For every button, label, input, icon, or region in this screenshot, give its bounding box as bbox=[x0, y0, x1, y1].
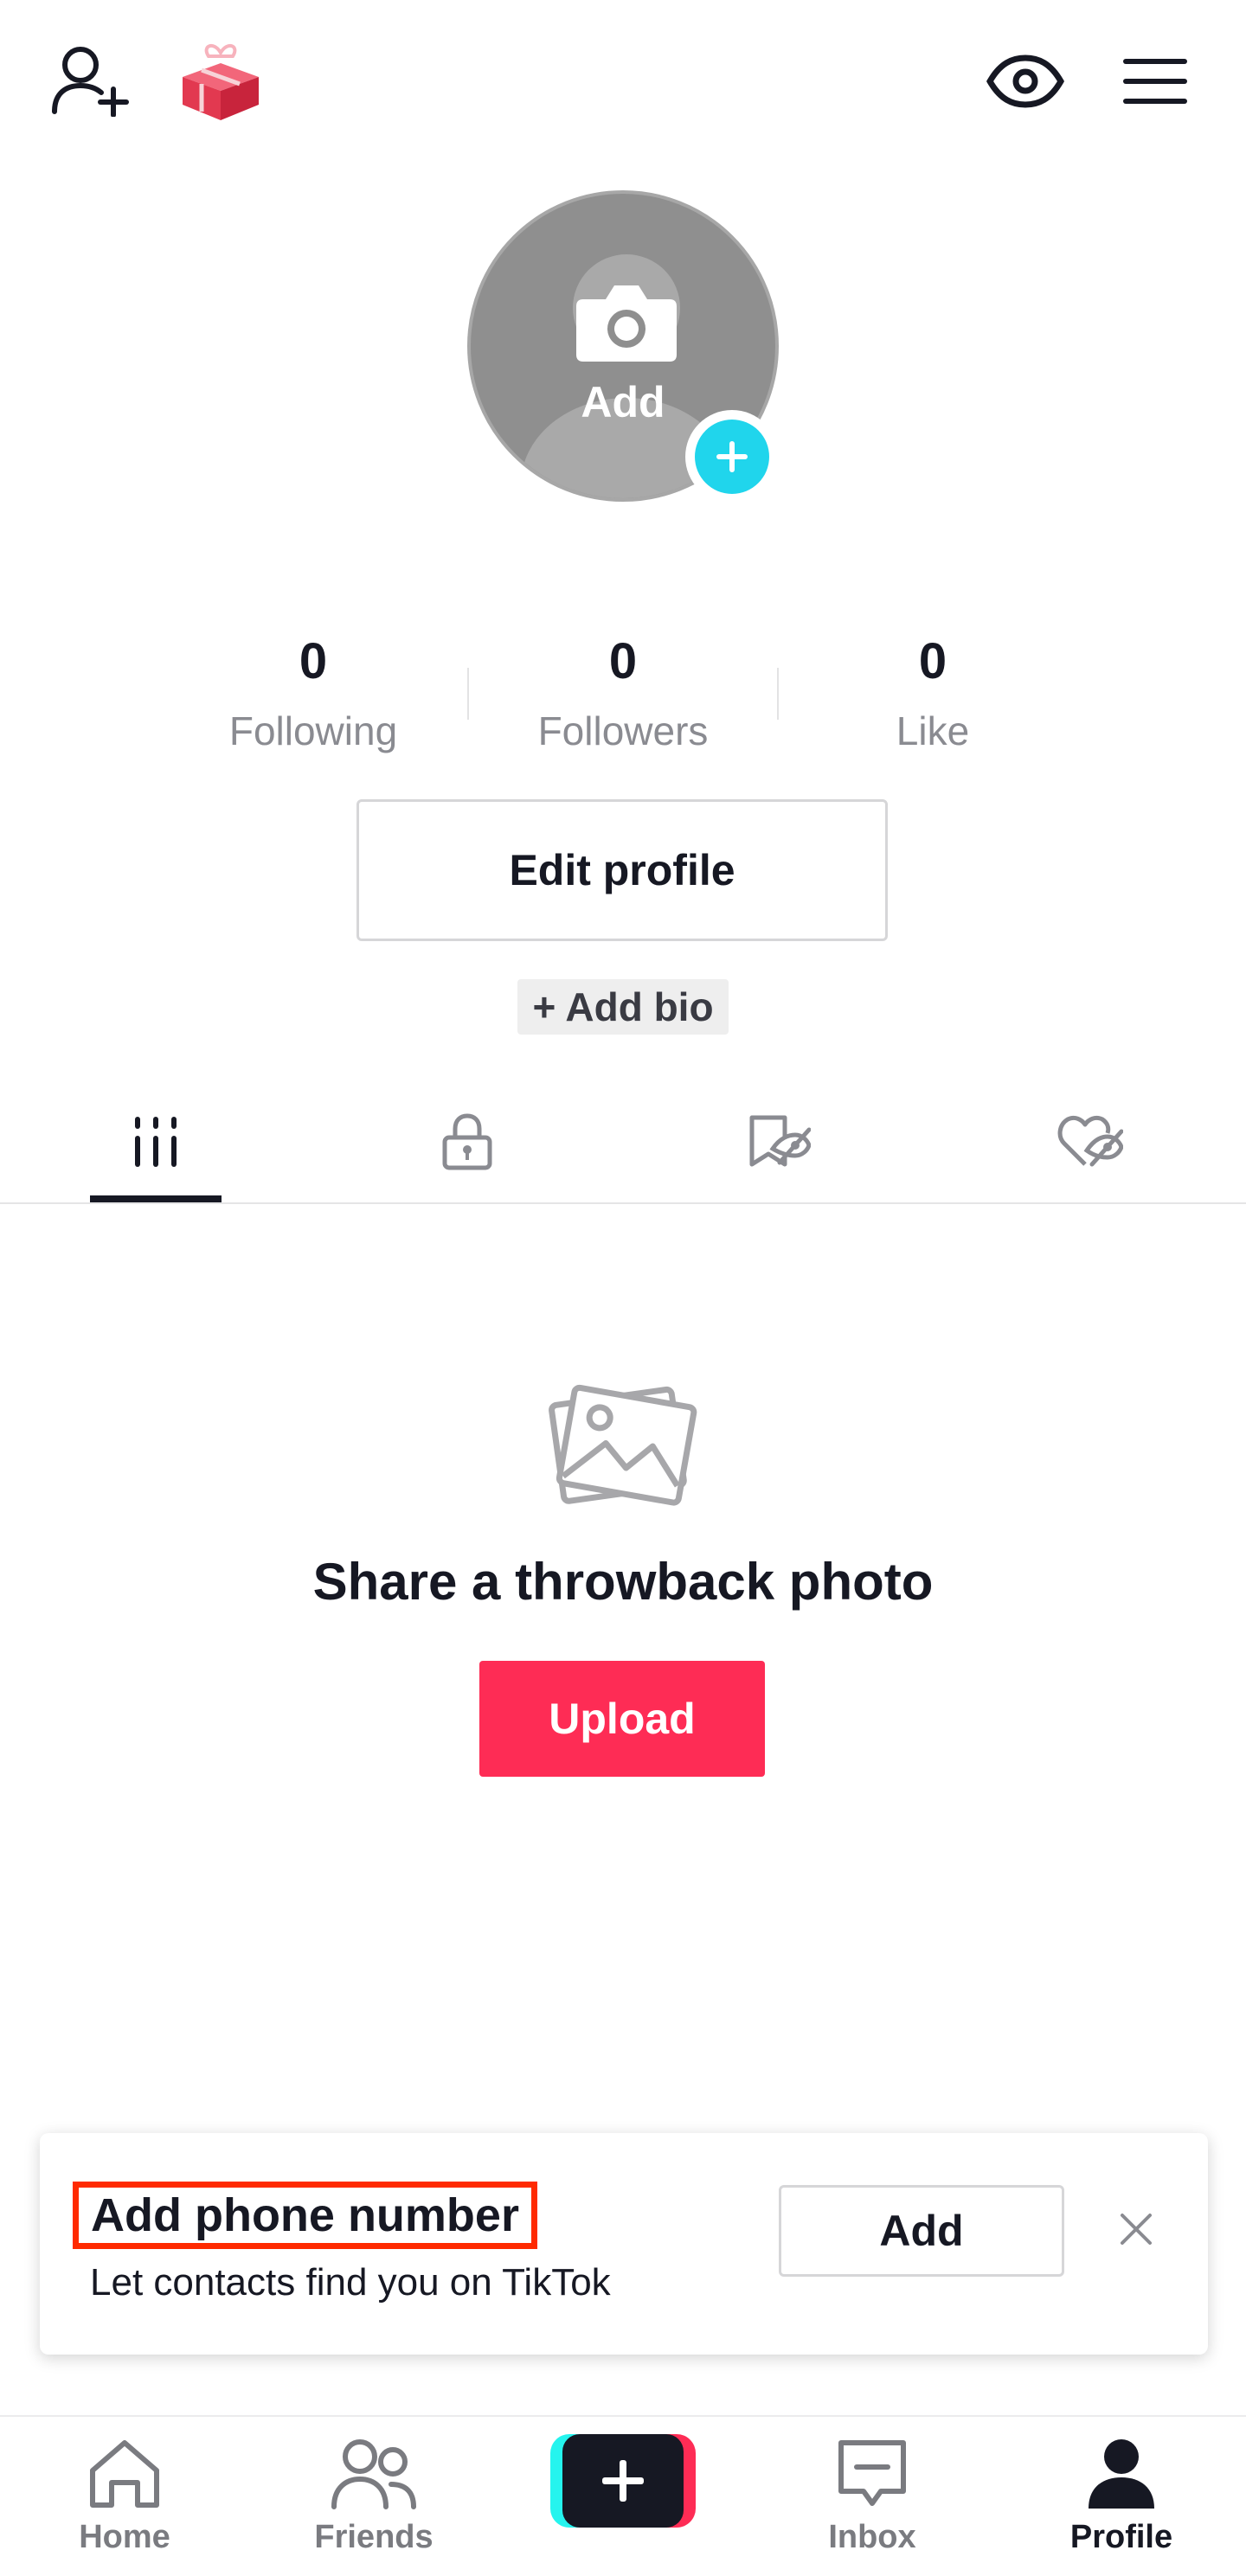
stat-likes[interactable]: 0 Like bbox=[803, 623, 1063, 761]
top-bar bbox=[0, 0, 1246, 156]
followers-label: Followers bbox=[537, 708, 709, 753]
home-icon bbox=[86, 2438, 164, 2515]
nav-home[interactable]: Home bbox=[38, 2417, 211, 2576]
close-icon[interactable] bbox=[1109, 2202, 1163, 2256]
edit-profile-button[interactable]: Edit profile bbox=[356, 799, 888, 941]
phone-number-banner: Add phone number Let contacts find you o… bbox=[40, 2133, 1208, 2355]
tab-reposts[interactable] bbox=[623, 1081, 934, 1202]
profile-stats: 0 Following 0 Followers 0 Like bbox=[0, 623, 1246, 761]
profile-page: Add 0 Following 0 Followers 0 Like Edit … bbox=[0, 0, 1246, 2576]
likes-label: Like bbox=[896, 708, 970, 753]
camera-icon bbox=[573, 280, 680, 365]
nav-profile-label: Profile bbox=[1069, 2519, 1173, 2555]
videos-grid-icon bbox=[135, 1117, 177, 1167]
upload-button[interactable]: Upload bbox=[479, 1661, 765, 1777]
inbox-icon bbox=[836, 2438, 909, 2515]
gift-icon[interactable] bbox=[173, 35, 268, 125]
nav-home-label: Home bbox=[79, 2519, 170, 2555]
content-tabs bbox=[0, 1081, 1246, 1204]
stat-divider bbox=[467, 668, 469, 720]
nav-profile[interactable]: Profile bbox=[1035, 2417, 1208, 2576]
banner-title: Add phone number bbox=[73, 2182, 537, 2249]
profile-icon bbox=[1085, 2438, 1158, 2515]
add-bio-button[interactable]: + Add bio bbox=[517, 979, 729, 1035]
active-tab-indicator bbox=[90, 1195, 222, 1202]
following-label: Following bbox=[228, 708, 398, 753]
nav-friends[interactable]: Friends bbox=[287, 2417, 460, 2576]
reposts-hidden-icon bbox=[749, 1115, 811, 1167]
stat-following[interactable]: 0 Following bbox=[183, 623, 443, 761]
nav-inbox-label: Inbox bbox=[828, 2519, 916, 2555]
private-lock-icon bbox=[442, 1113, 492, 1170]
create-button[interactable] bbox=[550, 2434, 696, 2529]
liked-hidden-icon bbox=[1057, 1115, 1123, 1167]
empty-state-title: Share a throwback photo bbox=[312, 1553, 934, 1611]
plus-icon bbox=[562, 2434, 684, 2528]
nav-inbox[interactable]: Inbox bbox=[786, 2417, 959, 2576]
plus-icon bbox=[695, 420, 769, 494]
stat-divider bbox=[777, 668, 779, 720]
likes-count: 0 bbox=[918, 633, 947, 689]
bottom-nav: Home Friends Inbox Profile bbox=[0, 2415, 1246, 2576]
following-count: 0 bbox=[299, 633, 328, 689]
tab-videos[interactable] bbox=[0, 1081, 312, 1202]
eye-icon[interactable] bbox=[978, 48, 1073, 114]
friends-icon bbox=[331, 2438, 417, 2515]
followers-count: 0 bbox=[608, 633, 638, 689]
tab-liked[interactable] bbox=[934, 1081, 1246, 1202]
menu-icon[interactable] bbox=[1109, 48, 1201, 114]
nav-friends-label: Friends bbox=[314, 2519, 434, 2555]
stat-followers[interactable]: 0 Followers bbox=[493, 623, 753, 761]
banner-subtitle: Let contacts find you on TikTok bbox=[90, 2261, 611, 2304]
avatar-add-button[interactable] bbox=[685, 410, 779, 503]
add-friend-icon[interactable] bbox=[43, 40, 138, 119]
photo-placeholder-icon bbox=[543, 1381, 703, 1510]
tab-private[interactable] bbox=[312, 1081, 623, 1202]
add-phone-button[interactable]: Add bbox=[779, 2185, 1064, 2277]
